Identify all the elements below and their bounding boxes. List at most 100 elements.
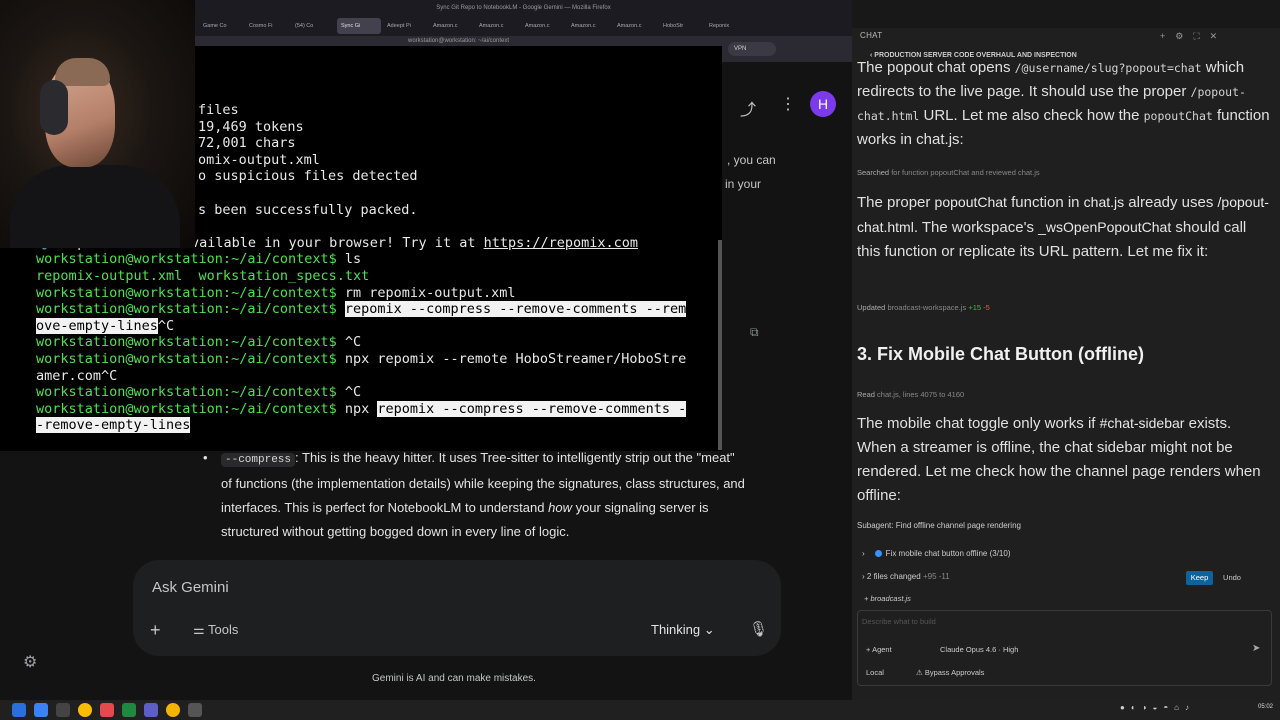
close-icon[interactable]: ✕: [1210, 31, 1228, 41]
symbol-chip: _wsOpenPopoutChat: [1038, 219, 1172, 235]
terminal-scrollbar[interactable]: [718, 240, 722, 450]
chat-header: CHAT: [860, 31, 883, 40]
terminal-line: workstation@workstation:~/ai/context$ ^C: [36, 334, 362, 351]
settings-icon[interactable]: ⚙: [23, 652, 37, 672]
panel-toolbar: [852, 0, 1280, 28]
tool-call-summary[interactable]: Updated broadcast-workspace.js +15 -5: [857, 303, 990, 312]
symbol-chip: #chat-sidebar: [1099, 415, 1185, 431]
chat-input[interactable]: Describe what to build: [862, 617, 936, 626]
prompt-box[interactable]: [133, 560, 781, 656]
browser-tab[interactable]: Amazon.c: [567, 18, 611, 34]
headset-icon: [40, 80, 68, 135]
terminal-line: o suspicious files detected: [198, 168, 418, 185]
progress-icon: [874, 550, 882, 558]
app-icon[interactable]: [188, 703, 202, 717]
maximize-icon[interactable]: ⛶: [1193, 31, 1209, 41]
vpn-button[interactable]: VPN: [728, 42, 776, 56]
browser-tab[interactable]: Amazon.c: [521, 18, 565, 34]
chrome-icon[interactable]: [78, 703, 92, 717]
undo-button[interactable]: Undo: [1218, 571, 1246, 585]
disclaimer: Gemini is AI and can make mistakes.: [372, 673, 536, 684]
terminal-line: workstation@workstation:~/ai/context$ ls: [36, 251, 362, 268]
terminal-line: workstation@workstation:~/ai/context$ ^C: [36, 384, 362, 401]
terminal-line: workstation@workstation:~/ai/context$ rm…: [36, 284, 516, 301]
chat-message: The mobile chat toggle only works if #ch…: [857, 415, 1261, 504]
mode-label: Thinking: [651, 622, 701, 637]
tools-button[interactable]: ⚌ Tools: [193, 622, 238, 638]
terminal-title: workstation@workstation: ~/ai/context: [408, 38, 509, 44]
system-tray[interactable]: ●◐◑◒◓⌂♪: [1120, 703, 1195, 712]
approvals-dropdown[interactable]: ⚠ Bypass Approvals: [916, 668, 984, 677]
response-bullet: • --compress: This is the heavy hitter. …: [203, 446, 748, 544]
webcam-person-hair: [55, 58, 110, 86]
copy-code-icon[interactable]: ⧉: [750, 325, 759, 340]
browser-tab[interactable]: Cosmo Fi: [245, 18, 289, 34]
browser-tab[interactable]: Amazon.c: [613, 18, 657, 34]
terminal-line: amer.com^C: [36, 367, 118, 384]
terminal-line: 72,001 chars: [198, 135, 296, 152]
send-icon[interactable]: ➤: [1252, 643, 1260, 654]
prompt-input[interactable]: Ask Gemini: [152, 579, 229, 596]
chevron-right-icon: ›: [862, 549, 865, 558]
terminal-line: repomix-output.xml workstation_specs.txt: [36, 268, 370, 284]
microphone-icon[interactable]: 🎙: [749, 620, 768, 638]
model-dropdown[interactable]: Claude Opus 4.6 · High: [940, 645, 1018, 654]
terminal-line: 19,469 tokens: [198, 118, 304, 135]
tools-icon: ⚌: [193, 622, 209, 637]
terminal-line: omix-output.xml: [198, 151, 320, 168]
keep-button[interactable]: Keep: [1186, 571, 1213, 585]
terminal-line: ove-empty-lines^C: [36, 317, 175, 334]
agent-dropdown[interactable]: + Agent: [866, 645, 892, 654]
browser-tab[interactable]: Amazon.c: [475, 18, 519, 34]
symbol-chip: popoutChat: [934, 194, 1007, 210]
tab-strip: Game Co Cosmo Fi (54) Co Sync Gi Adeept Pi Am…: [195, 16, 852, 36]
file-chip: chat.js: [1083, 194, 1125, 210]
browser-tab[interactable]: Game Co: [199, 18, 243, 34]
webcam-person-body: [10, 165, 180, 248]
browser-tab[interactable]: Adeept Pi: [383, 18, 427, 34]
warning-icon: ⚠: [916, 668, 925, 677]
inline-code: --compress: [221, 453, 296, 467]
new-chat-icon[interactable]: +: [1160, 31, 1175, 41]
add-button[interactable]: +: [150, 620, 161, 641]
tools-label: Tools: [208, 622, 239, 637]
webcam-overlay: [0, 0, 195, 248]
terminal-app-icon[interactable]: [122, 703, 136, 717]
response-text-fragment: in your: [725, 177, 762, 191]
browser-tab[interactable]: Sync Gi: [337, 18, 381, 34]
terminal-line: workstation@workstation:~/ai/context$ re…: [36, 301, 687, 318]
attached-file-chip[interactable]: + broadcast.js: [864, 594, 911, 603]
response-emphasis: how: [548, 500, 572, 515]
chat-message: The popout chat opens /@username/slug?po…: [857, 59, 1270, 148]
browser-tab[interactable]: Amazon.c: [429, 18, 473, 34]
terminal-line: workstation@workstation:~/ai/context$ np…: [36, 400, 687, 417]
browser-tab[interactable]: HoboStr: [659, 18, 703, 34]
tool-call-summary[interactable]: Read chat.js, lines 4075 to 4160: [857, 390, 964, 399]
chat-actions[interactable]: +⚙⛶✕: [1160, 31, 1227, 42]
location-dropdown[interactable]: Local: [866, 668, 884, 677]
file-manager-icon[interactable]: [34, 703, 48, 717]
subagent-label[interactable]: Subagent: Find offline channel page rend…: [857, 521, 1021, 530]
more-menu-icon[interactable]: ⋮: [780, 94, 796, 114]
app-icon[interactable]: [144, 703, 158, 717]
app-icon[interactable]: [166, 703, 180, 717]
chevron-down-icon: ⌄: [700, 622, 715, 637]
start-menu-icon[interactable]: [12, 703, 26, 717]
browser-tab[interactable]: (54) Co: [291, 18, 335, 34]
terminal-line: workstation@workstation:~/ai/context$ np…: [36, 351, 687, 367]
clock: 05:02: [1258, 704, 1274, 710]
mode-dropdown[interactable]: Thinking ⌄: [651, 622, 715, 638]
app-icon[interactable]: [100, 703, 114, 717]
tool-call-summary[interactable]: Searched for function popoutChat and rev…: [857, 168, 1040, 177]
browser-tab[interactable]: Reponix: [705, 18, 749, 34]
terminal-line: s been successfully packed.: [198, 201, 418, 218]
chat-message: The proper popoutChat function in chat.j…: [857, 194, 1269, 260]
share-icon[interactable]: ⤴: [740, 96, 756, 120]
avatar[interactable]: H: [810, 91, 836, 117]
window-title: Sync Git Repo to NotebookLM - Google Gem…: [195, 0, 852, 16]
settings-app-icon[interactable]: [56, 703, 70, 717]
terminal-line: -remove-empty-lines: [36, 417, 191, 434]
settings-icon[interactable]: ⚙: [1175, 31, 1193, 41]
todo-row[interactable]: › Fix mobile chat button offline (3/10): [862, 549, 1272, 561]
section-heading: 3. Fix Mobile Chat Button (offline): [857, 344, 1144, 364]
